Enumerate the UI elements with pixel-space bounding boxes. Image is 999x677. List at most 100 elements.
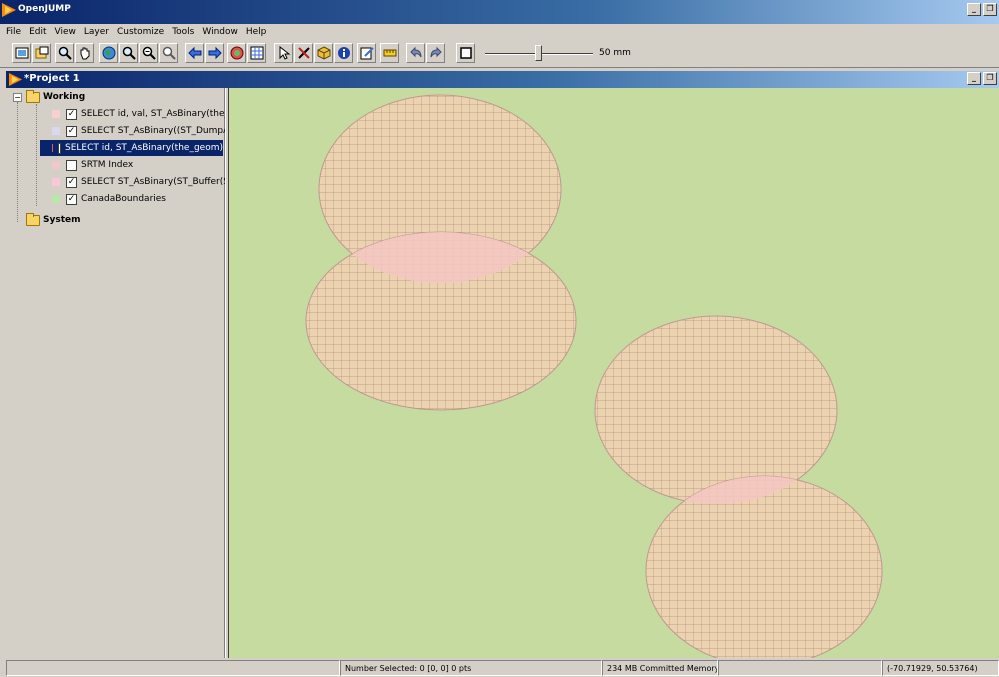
status-selected-count: Number Selected: 0 [0, 0] 0 pts: [340, 660, 602, 676]
pan-tool-icon: [80, 47, 89, 60]
tree-category-system[interactable]: System: [26, 212, 81, 228]
menu-layer[interactable]: Layer: [80, 27, 113, 37]
back-arrow-icon: [187, 46, 201, 60]
status-coordinates: (-70.71929, 50.53764): [882, 660, 999, 676]
project-minimize-button[interactable]: _: [967, 72, 981, 85]
menu-customize[interactable]: Customize: [113, 27, 168, 37]
raster-blob-mid-left: [305, 231, 577, 411]
layer-name: SRTM Index: [81, 160, 134, 170]
layer-visibility-checkbox[interactable]: ✓: [66, 125, 77, 137]
menu-help[interactable]: Help: [242, 27, 271, 37]
undo-button[interactable]: [406, 43, 425, 63]
folder-icon: [26, 89, 40, 103]
layer-row[interactable]: SRTM Index: [52, 157, 133, 173]
redo-icon: [430, 46, 442, 58]
layer-row[interactable]: ✓ SELECT id, val, ST_AsBinary(the_geo: [52, 106, 246, 122]
measure-icon: [383, 49, 396, 57]
zoom-to-full-extent-button[interactable]: [12, 43, 31, 63]
select-button[interactable]: [274, 43, 293, 63]
status-blank: [718, 660, 882, 676]
pan-tool-button[interactable]: [75, 43, 94, 63]
layer-style-swatch: [52, 161, 60, 169]
layer-view-button[interactable]: [227, 43, 246, 63]
undo-icon: [409, 46, 421, 58]
scale-label: 50 mm: [599, 48, 631, 58]
edit-vertex-button[interactable]: [294, 43, 313, 63]
menu-window[interactable]: Window: [198, 27, 242, 37]
layer-visibility-checkbox[interactable]: ✓: [66, 193, 77, 205]
layer-visibility-checkbox[interactable]: [66, 159, 77, 171]
globe-button[interactable]: [99, 43, 118, 63]
redo-button[interactable]: [426, 43, 445, 63]
window-controls: _ ❐: [967, 3, 997, 16]
scale-slider-thumb[interactable]: [535, 45, 542, 61]
zoom-out-button[interactable]: [139, 43, 158, 63]
forward-button[interactable]: [205, 43, 224, 63]
menu-bar: File Edit View Layer Customize Tools Win…: [0, 24, 999, 40]
zoom-to-layer-button[interactable]: [32, 43, 51, 63]
back-button[interactable]: [185, 43, 204, 63]
layer-row[interactable]: ✓ SELECT ST_AsBinary(ST_Buffer(ST_L: [52, 174, 244, 190]
map-canvas[interactable]: [229, 88, 999, 658]
layer-name: SELECT ST_AsBinary((ST_DumpAsPol: [81, 126, 248, 136]
restore-button[interactable]: ❐: [983, 3, 997, 16]
measure-button[interactable]: [380, 43, 399, 63]
status-message: [6, 660, 340, 676]
layer-tree-panel: − Working ✓ SELECT id, val, ST_AsBinary(…: [6, 88, 247, 658]
openjump-window: OpenJUMP _ ❐ File Edit View Layer Custom…: [0, 0, 999, 677]
project-window-controls: _ ❐: [967, 72, 997, 85]
zoom-previous-button[interactable]: [159, 43, 178, 63]
select-arrow-icon: [279, 46, 290, 60]
menu-edit[interactable]: Edit: [25, 27, 50, 37]
frame-button[interactable]: [456, 43, 475, 63]
layer-visibility-checkbox[interactable]: ✓: [66, 176, 77, 188]
edit-toggle-icon: [360, 47, 374, 60]
attribute-table-button[interactable]: [247, 43, 266, 63]
menu-file[interactable]: File: [2, 27, 25, 37]
info-button[interactable]: [334, 43, 353, 63]
cube-button[interactable]: [314, 43, 333, 63]
layer-row[interactable]: ✓ CanadaBoundaries: [52, 191, 166, 207]
layer-visibility-checkbox[interactable]: [58, 142, 62, 154]
main-toolbar: 50 mm: [0, 40, 999, 68]
app-title: OpenJUMP: [18, 4, 71, 14]
status-memory: 234 MB Committed Memory: [602, 660, 718, 676]
layer-style-swatch: [52, 110, 60, 118]
cube-icon: [317, 46, 330, 60]
info-icon: [337, 47, 350, 59]
globe-icon: [102, 46, 115, 60]
zoom-in-button[interactable]: [119, 43, 138, 63]
project-title: *Project 1: [24, 73, 80, 84]
tree-connector-line: [17, 102, 18, 222]
zoom-in-icon: [122, 46, 136, 60]
folder-icon: [26, 212, 40, 226]
layer-row[interactable]: ✓ SELECT ST_AsBinary((ST_DumpAsPol: [52, 123, 247, 139]
forward-arrow-icon: [208, 46, 222, 60]
layer-name: SELECT id, ST_AsBinary(the_geom): [65, 143, 223, 153]
layer-name: SELECT id, val, ST_AsBinary(the_geo: [81, 109, 246, 119]
layer-view-icon: [230, 46, 243, 60]
raster-blob-bottom-right: [645, 475, 883, 658]
minimize-button[interactable]: _: [967, 3, 981, 16]
layer-style-swatch: [52, 127, 60, 135]
map-view[interactable]: [229, 88, 999, 658]
openjump-logo-icon: [2, 3, 16, 17]
status-bar: Number Selected: 0 [0, 0] 0 pts 234 MB C…: [6, 660, 999, 677]
zoom-previous-icon: [162, 46, 176, 60]
layer-name: CanadaBoundaries: [81, 194, 166, 204]
zoom-out-icon: [142, 46, 156, 60]
menu-view[interactable]: View: [51, 27, 80, 37]
edit-vertex-icon: [297, 47, 310, 59]
layer-visibility-checkbox[interactable]: ✓: [66, 108, 77, 120]
edit-toggle-button[interactable]: [357, 43, 376, 63]
layer-row-selected[interactable]: SELECT id, ST_AsBinary(the_geom): [40, 140, 223, 156]
tree-category-working[interactable]: Working: [26, 89, 85, 105]
frame-icon: [459, 47, 472, 59]
project-logo-icon: [9, 73, 22, 86]
layer-style-swatch: [52, 178, 60, 186]
working-collapse-toggle[interactable]: −: [13, 93, 22, 102]
project-restore-button[interactable]: ❐: [983, 72, 997, 85]
tree-connector-line: [36, 104, 37, 206]
zoom-tool-button[interactable]: [55, 43, 74, 63]
menu-tools[interactable]: Tools: [168, 27, 198, 37]
